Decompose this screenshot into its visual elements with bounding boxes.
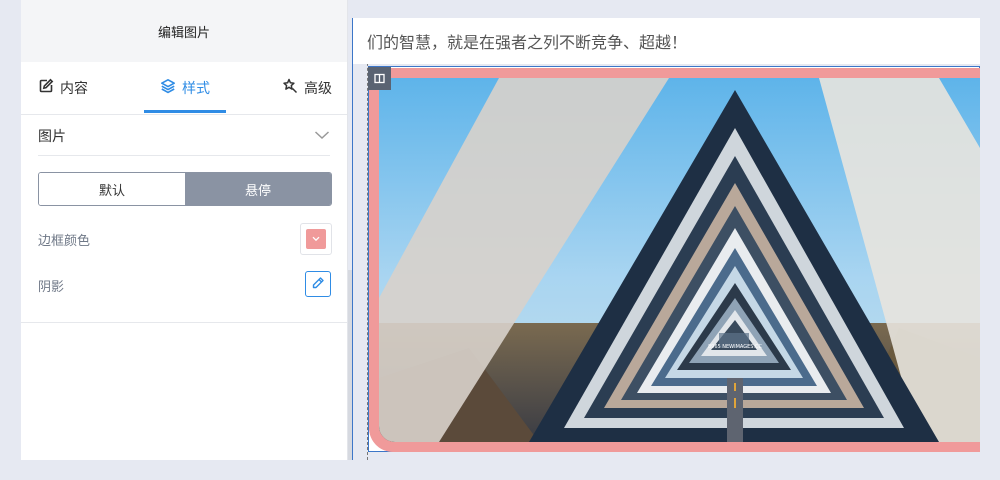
tab-advanced-label: 高级 xyxy=(304,80,332,97)
image-section-header[interactable]: 图片 xyxy=(38,116,330,156)
border-color-label: 边框颜色 xyxy=(38,234,91,249)
caret-down-icon xyxy=(312,236,320,242)
tab-style[interactable]: 样式 xyxy=(160,62,210,113)
canvas-text: 们的智慧，就是在强者之列不断竞争、超越！ xyxy=(367,33,688,52)
image-watermark: 8965 NEWIMAGES.CC xyxy=(708,344,763,350)
magic-icon xyxy=(282,78,298,98)
shadow-edit-button[interactable] xyxy=(305,271,331,297)
image-content: 8965 NEWIMAGES.CC xyxy=(379,78,980,442)
canvas-guide-line xyxy=(352,18,353,460)
columns-icon xyxy=(374,69,385,88)
tab-style-label: 样式 xyxy=(182,80,210,97)
edit-icon xyxy=(38,78,54,98)
chevron-down-icon xyxy=(314,128,330,144)
panel-divider xyxy=(21,322,347,323)
default-state-button[interactable]: 默认 xyxy=(39,173,185,205)
edit-image-panel: 编辑图片 内容 样式 高级 图片 默认 悬停 边框颜色 阴影 xyxy=(21,0,348,460)
shadow-label: 阴影 xyxy=(38,280,65,295)
image-border-frame: 8965 NEWIMAGES.CC xyxy=(369,68,980,452)
border-color-picker[interactable] xyxy=(300,223,332,255)
pencil-icon xyxy=(311,275,325,294)
tab-content[interactable]: 内容 xyxy=(38,62,88,113)
canvas-text-block[interactable]: 们的智慧，就是在强者之列不断竞争、超越！ xyxy=(353,18,980,64)
column-handle[interactable] xyxy=(368,67,391,90)
section-title: 图片 xyxy=(38,128,66,145)
tab-advanced[interactable]: 高级 xyxy=(282,62,332,113)
tab-bar: 内容 样式 高级 xyxy=(21,62,347,115)
hover-state-button[interactable]: 悬停 xyxy=(185,173,331,205)
tab-content-label: 内容 xyxy=(60,80,88,97)
image-widget[interactable]: 8965 NEWIMAGES.CC xyxy=(368,66,980,452)
panel-title: 编辑图片 xyxy=(21,0,347,62)
layers-icon xyxy=(160,78,176,98)
state-toggle: 默认 悬停 xyxy=(38,172,332,206)
image[interactable]: 8965 NEWIMAGES.CC xyxy=(379,78,980,442)
active-tab-indicator xyxy=(144,110,226,113)
color-swatch xyxy=(306,229,326,249)
